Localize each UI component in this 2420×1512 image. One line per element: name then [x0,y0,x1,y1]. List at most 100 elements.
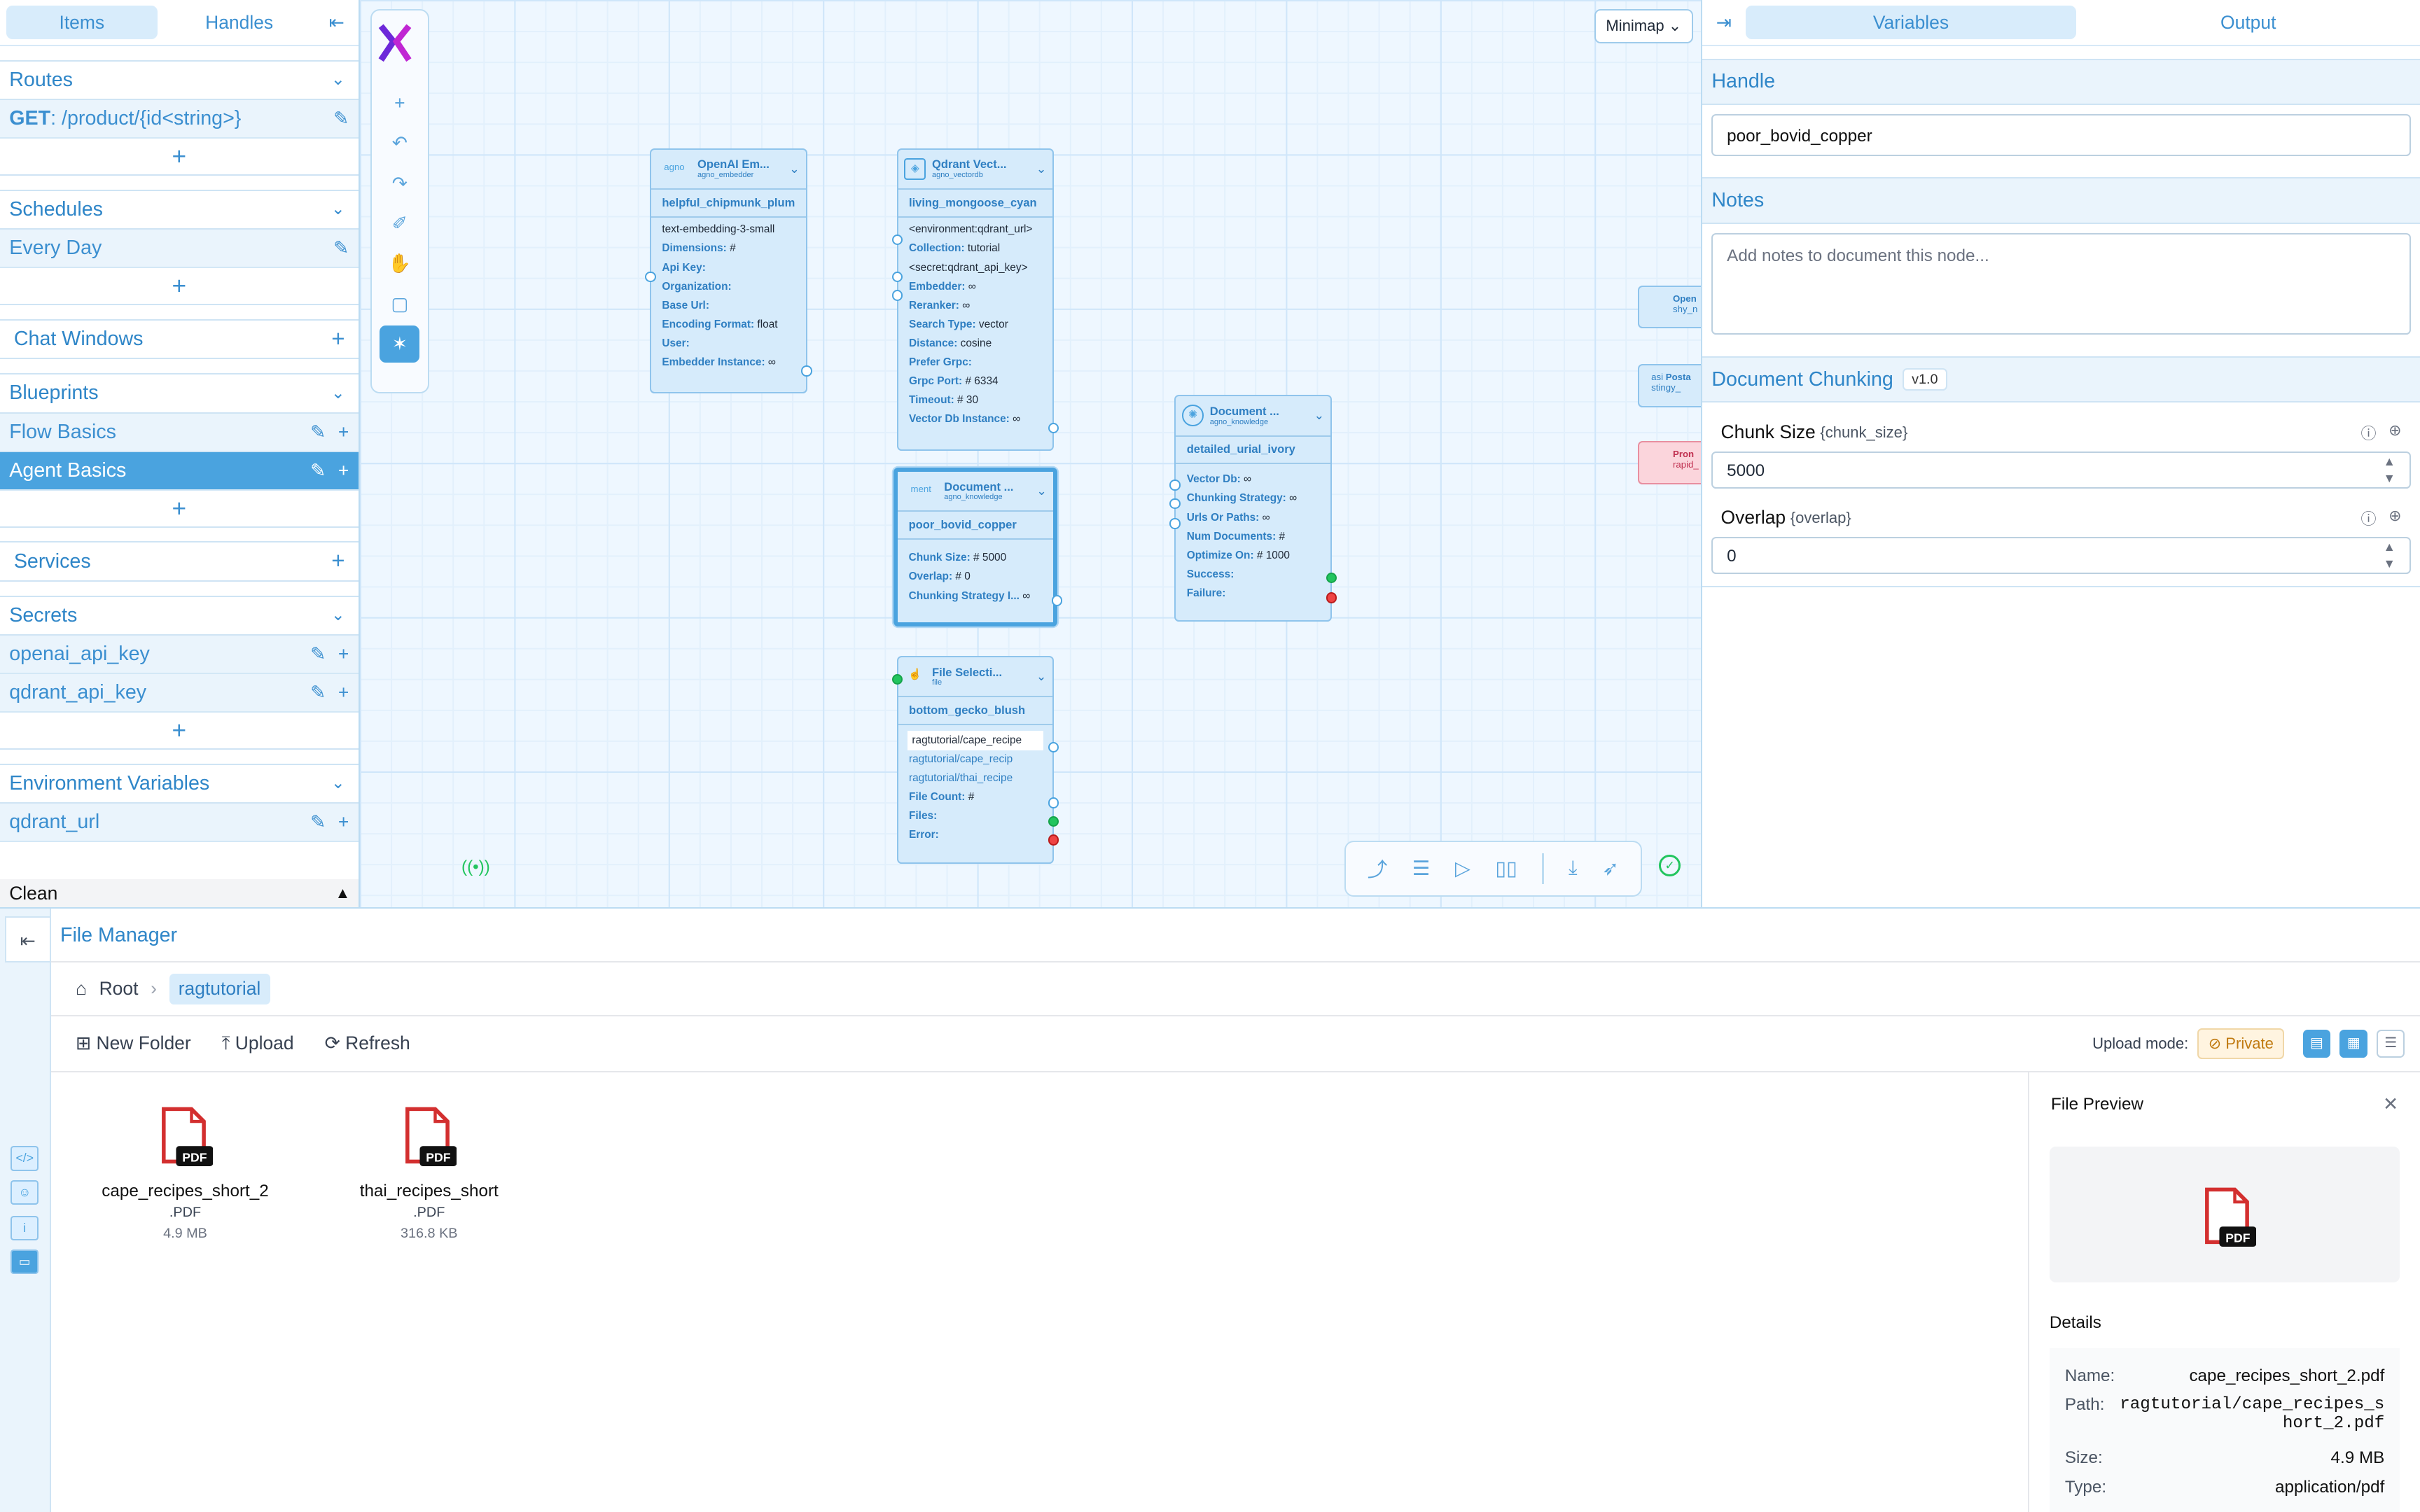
node-qdrant-vectordb[interactable]: ◈ Qdrant Vect... agno_vectordb ⌄ living_mon… [891,148,1059,451]
node-document-knowledge[interactable]: ✺ Document ... agno_knowledge ⌄ detailed_ur… [1169,395,1337,622]
node-field[interactable]: Timeout: # 30 [898,391,1053,410]
node-field[interactable]: Search Type: vector [898,315,1053,334]
pencil-icon[interactable]: ✎ [333,237,349,259]
info-icon[interactable]: ⓘ [2360,507,2376,529]
plus-icon[interactable]: + [327,326,349,353]
info-icon[interactable]: i [11,1215,39,1240]
play-icon[interactable]: ▷ [1455,856,1470,881]
flow-canvas[interactable]: + ↶ ↷ ✐ ✋ ▢ ✶ Minimap ⌄ agno OpenAI Em...… [359,0,1703,907]
chevron-down-icon[interactable]: ⌄ [327,773,349,794]
square-icon[interactable]: ▢ [380,286,419,323]
plus-icon[interactable]: + [338,460,349,482]
download-icon[interactable]: ⤓ [1569,857,1578,880]
stepper-icon[interactable]: ▲ ▼ [2384,538,2395,573]
chevron-up-icon[interactable]: ▲ [335,884,351,902]
list-view-icon[interactable]: ☰ [2377,1030,2405,1058]
sidebar-item-schedule[interactable]: Every Day ✎ [0,230,359,269]
collapse-sidebar-icon[interactable]: ⇤ [321,7,352,38]
node-field[interactable]: File Count: # [898,788,1053,807]
sidebar-item-secret[interactable]: qdrant_api_key ✎ + [0,674,359,713]
undo-icon[interactable]: ↶ [380,125,419,162]
node-field[interactable]: Chunking Strategy: ∞ [1176,489,1330,508]
chevron-down-icon[interactable]: ⌄ [327,69,349,91]
notes-textarea[interactable]: Add notes to document this node... [1711,232,2411,335]
node-field[interactable]: Api Key: [651,258,806,277]
file-select-dropdown[interactable]: ragtutorial/cape_recipe [907,731,1044,750]
refresh-button[interactable]: ⟳ Refresh [325,1032,410,1054]
section-routes[interactable]: Routes ⌄ [0,59,359,101]
redo-icon[interactable]: ↷ [380,165,419,202]
expand-panel-icon[interactable]: ⇥ [1709,12,1739,34]
add-schedule-button[interactable]: + [0,268,359,306]
output-port[interactable] [1051,595,1062,606]
breadcrumb-current[interactable]: ragtutorial [169,973,270,1004]
node-field[interactable]: Embedder Instance: ∞ [651,354,806,372]
section-env-vars[interactable]: Environment Variables ⌄ [0,763,359,804]
folder-icon[interactable]: ▭ [11,1250,39,1275]
input-port[interactable] [645,271,656,283]
plus-icon[interactable]: + [338,811,349,833]
grid-view-icon[interactable]: ▦ [2339,1030,2368,1058]
file-item[interactable]: PDF thai_recipes_short .PDF 316.8 KB [328,1106,529,1241]
home-icon[interactable]: ⌂ [76,978,87,1000]
file-item[interactable]: PDF cape_recipes_short_2 .PDF 4.9 MB [85,1106,286,1241]
sidebar-item-blueprint[interactable]: Agent Basics ✎ + [0,451,359,491]
chevron-down-icon[interactable]: ⌄ [1036,484,1047,498]
node-field[interactable]: Organization: [651,277,806,296]
node-field[interactable]: <environment:qdrant_url> [898,220,1053,239]
add-secret-button[interactable]: + [0,713,359,750]
sidebar-item-route[interactable]: GET: /product/{id<string>} ✎ [0,100,359,139]
rocket-icon[interactable]: ➶ [1602,856,1619,881]
plus-icon[interactable]: + [338,421,349,443]
upload-mode-toggle[interactable]: ⊘ Private [2197,1028,2285,1059]
node-field[interactable]: Reranker: ∞ [898,296,1053,315]
node-openai-embedder[interactable]: agno OpenAI Em... agno_embedder ⌄ helpful_c… [645,148,812,394]
node-document-chunking[interactable]: ment Document ... agno_knowledge ⌄ poor_bov… [893,467,1062,626]
node-field[interactable]: Encoding Format: float [651,315,806,334]
node-field[interactable]: Urls Or Paths: ∞ [1176,508,1330,527]
success-port[interactable] [1048,816,1059,827]
chevron-down-icon[interactable]: ⌄ [1314,408,1325,423]
close-icon[interactable]: ✕ [2383,1093,2398,1115]
node-field[interactable]: Embedder: ∞ [898,277,1053,296]
book-icon[interactable]: ▯▯ [1495,856,1517,881]
plus-icon[interactable]: + [338,643,349,665]
sidebar-item-env-var[interactable]: qdrant_url ✎ + [0,804,359,843]
failure-port[interactable] [1326,592,1337,603]
node-field[interactable]: Grpc Port: # 6334 [898,372,1053,391]
failure-port[interactable] [1048,834,1059,846]
bot-icon[interactable]: ☺ [11,1180,39,1205]
handle-input[interactable]: poor_bovid_copper [1711,114,2411,156]
share-icon[interactable]: ⤴ [1368,854,1388,883]
add-blueprint-button[interactable]: + [0,491,359,528]
sidebar-item-blueprint[interactable]: Flow Basics ✎ + [0,413,359,452]
pencil-icon[interactable]: ✎ [310,682,326,704]
chevron-down-icon[interactable]: ⌄ [327,199,349,220]
chevron-down-icon[interactable]: ⌄ [789,162,800,176]
node-field[interactable]: Base Url: [651,296,806,315]
hand-icon[interactable]: ✋ [380,245,419,282]
plus-icon[interactable]: + [327,548,349,575]
chevron-down-icon[interactable]: ⌄ [327,383,349,405]
tab-output[interactable]: Output [2082,6,2414,39]
exit-icon[interactable]: ⇤ [4,916,51,963]
code-icon[interactable]: </> [11,1146,39,1171]
output-port[interactable] [1048,422,1059,434]
pencil-icon[interactable]: ✎ [310,421,326,443]
node-postgres-partial[interactable]: asi Posta stingy_ [1637,364,1702,407]
tab-items[interactable]: Items [6,5,158,40]
node-openai-partial[interactable]: Open shy_n [1637,285,1702,329]
node-field[interactable]: Distance: cosine [898,335,1053,354]
node-field[interactable]: Vector Db Instance: ∞ [898,410,1053,429]
chunk-size-input[interactable]: 5000 ▲ ▼ [1711,451,2411,489]
node-field[interactable]: Success: [1176,566,1330,584]
minimap-toggle[interactable]: Minimap ⌄ [1594,9,1693,43]
node-field[interactable]: Collection: tutorial [898,239,1053,258]
node-field[interactable]: Dimensions: # [651,239,806,258]
overlap-input[interactable]: 0 ▲ ▼ [1711,536,2411,574]
node-field[interactable]: Chunk Size: # 5000 [898,549,1053,568]
status-footer[interactable]: Clean ▲ [0,879,359,907]
output-port[interactable] [1048,797,1059,808]
node-field[interactable]: Num Documents: # [1176,527,1330,546]
node-field[interactable]: ragtutorial/cape_recip [898,750,1053,769]
